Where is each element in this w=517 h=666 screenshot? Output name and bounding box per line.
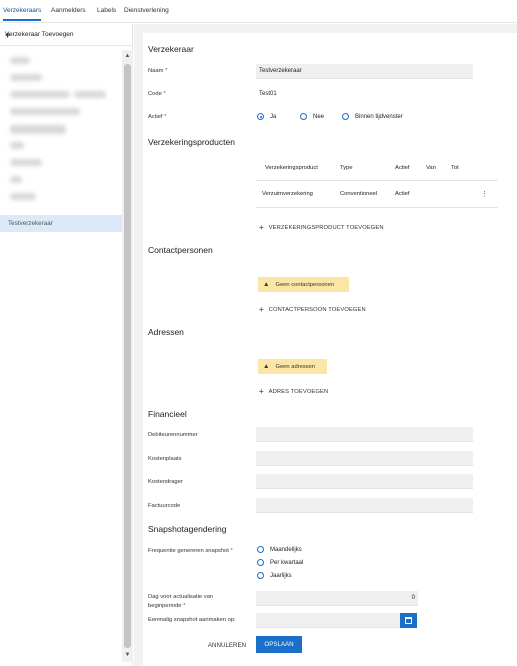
- kostenplaats-label: Kostenplaats: [148, 456, 182, 462]
- tab-aanmelders[interactable]: Aanmelders: [51, 7, 86, 14]
- no-contacts-warning: ▲ Geen contactpersonen: [258, 277, 349, 292]
- radio-icon: [300, 113, 307, 120]
- factuurcode-input[interactable]: [256, 498, 473, 513]
- debiteurennummer-label: Debiteurennummer: [148, 432, 198, 438]
- col-header-van: Van: [426, 165, 436, 171]
- calendar-icon: [405, 617, 412, 624]
- row-menu-icon[interactable]: ⋮: [481, 190, 488, 198]
- section-title-producten: Verzekeringsproducten: [148, 137, 235, 147]
- col-header-product: Verzekeringsproduct: [265, 165, 318, 171]
- radio-icon: [257, 546, 264, 553]
- debiteurennummer-input[interactable]: [256, 427, 473, 442]
- list-item[interactable]: [0, 69, 122, 86]
- list-item[interactable]: [0, 103, 122, 120]
- plus-icon: +: [259, 387, 264, 396]
- radio-icon: [342, 113, 349, 120]
- freq-option-per-kwartaal[interactable]: Per kwartaal: [257, 559, 303, 566]
- frequentie-label: Frequentie genereren snapshot *: [148, 548, 233, 554]
- list-item[interactable]: [0, 86, 122, 103]
- active-tab-indicator: [3, 19, 41, 21]
- list-item-testverzekeraar[interactable]: Testverzekeraar: [0, 215, 122, 232]
- actief-option-binnen-tijdvenster[interactable]: Binnen tijdvenster: [342, 113, 403, 120]
- tab-labels[interactable]: Labels: [97, 7, 116, 14]
- col-header-actief: Actief: [395, 165, 410, 171]
- cell-type: Conventioneel: [340, 191, 378, 197]
- dag-actualisatie-label: Dag voor actualisatie van: [148, 594, 214, 600]
- tab-verzekeraars[interactable]: Verzekeraars: [3, 7, 41, 14]
- add-verzekeraar-label: Verzekeraar Toevoegen: [5, 31, 74, 38]
- cell-actief: Actief: [395, 191, 410, 197]
- col-header-tot: Tot: [451, 165, 459, 171]
- table-divider: [256, 207, 498, 208]
- plus-icon: +: [259, 223, 264, 232]
- add-address-button[interactable]: + ADRES TOEVOEGEN: [259, 387, 328, 396]
- radio-selected-icon: [257, 113, 264, 120]
- freq-option-maandelijks[interactable]: Maandelijks: [257, 546, 302, 553]
- section-title-adressen: Adressen: [148, 327, 184, 337]
- list-item[interactable]: [0, 171, 122, 188]
- list-item[interactable]: [0, 188, 122, 205]
- scrollbar-thumb[interactable]: [124, 64, 131, 648]
- top-tab-bar: Verzekeraars Aanmelders Labels Dienstver…: [0, 0, 517, 23]
- add-verzekeraar-button[interactable]: + Verzekeraar Toevoegen: [0, 24, 133, 46]
- kostenplaats-input[interactable]: [256, 451, 473, 466]
- add-product-label: VERZEKERINGSPRODUCT TOEVOEGEN: [268, 224, 384, 231]
- no-addresses-warning: ▲ Geen adressen: [258, 359, 327, 374]
- eenmalig-snapshot-label: Eenmalig snapshot aanmaken op:: [148, 617, 236, 623]
- cell-product: Verzuimverzekering: [262, 191, 313, 197]
- list-item[interactable]: [0, 120, 122, 137]
- section-title-verzekeraar: Verzekeraar: [148, 44, 194, 54]
- code-label: Code *: [148, 91, 166, 97]
- list-item[interactable]: [0, 154, 122, 171]
- warning-icon: ▲: [263, 363, 270, 370]
- code-value: Test01: [259, 91, 277, 97]
- list-item[interactable]: [0, 137, 122, 154]
- radio-icon: [257, 572, 264, 579]
- cancel-button[interactable]: ANNULEREN: [202, 638, 252, 654]
- scroll-down-icon[interactable]: ▼: [124, 652, 131, 659]
- naam-label: Naam *: [148, 68, 168, 74]
- add-product-button[interactable]: + VERZEKERINGSPRODUCT TOEVOEGEN: [259, 223, 384, 232]
- actief-option-ja[interactable]: Ja: [257, 113, 276, 120]
- kostendrager-label: Kostendrager: [148, 479, 183, 485]
- calendar-button[interactable]: [400, 613, 417, 628]
- detail-card: [143, 33, 517, 666]
- kostendrager-input[interactable]: [256, 474, 473, 489]
- save-button[interactable]: OPSLAAN: [256, 636, 302, 653]
- naam-input[interactable]: Testverzekeraar: [256, 64, 473, 79]
- section-title-snapshot: Snapshotagendering: [148, 524, 227, 534]
- section-title-financieel: Financieel: [148, 409, 187, 419]
- add-contact-label: CONTACTPERSOON TOEVOEGEN: [268, 306, 366, 313]
- radio-icon: [257, 559, 264, 566]
- actief-label: Actief *: [148, 114, 167, 120]
- add-address-label: ADRES TOEVOEGEN: [268, 388, 329, 395]
- sidebar-scrollbar[interactable]: ▲ ▼: [122, 50, 133, 662]
- actief-option-nee[interactable]: Nee: [300, 113, 324, 120]
- tab-dienstverlening[interactable]: Dienstverlening: [124, 7, 169, 14]
- add-contact-button[interactable]: + CONTACTPERSOON TOEVOEGEN: [259, 305, 366, 314]
- list-item-label: Testverzekeraar: [8, 220, 53, 227]
- plus-icon: +: [259, 305, 264, 314]
- verzekeraar-list: Testverzekeraar: [0, 48, 122, 658]
- section-title-contactpersonen: Contactpersonen: [148, 245, 213, 255]
- factuurcode-label: Factuurcode: [148, 503, 181, 509]
- dag-actualisatie-label-2: beginperiode *: [148, 603, 186, 609]
- col-header-type: Type: [340, 165, 353, 171]
- eenmalig-snapshot-date-input[interactable]: [256, 613, 400, 628]
- table-divider: [256, 180, 498, 181]
- list-item[interactable]: [0, 52, 122, 69]
- scroll-up-icon[interactable]: ▲: [124, 53, 131, 60]
- dag-actualisatie-input[interactable]: 0: [256, 591, 418, 606]
- warning-icon: ▲: [263, 281, 270, 288]
- freq-option-jaarlijks[interactable]: Jaarlijks: [257, 572, 292, 579]
- sidebar: + Verzekeraar Toevoegen Testverzekeraar …: [0, 24, 133, 666]
